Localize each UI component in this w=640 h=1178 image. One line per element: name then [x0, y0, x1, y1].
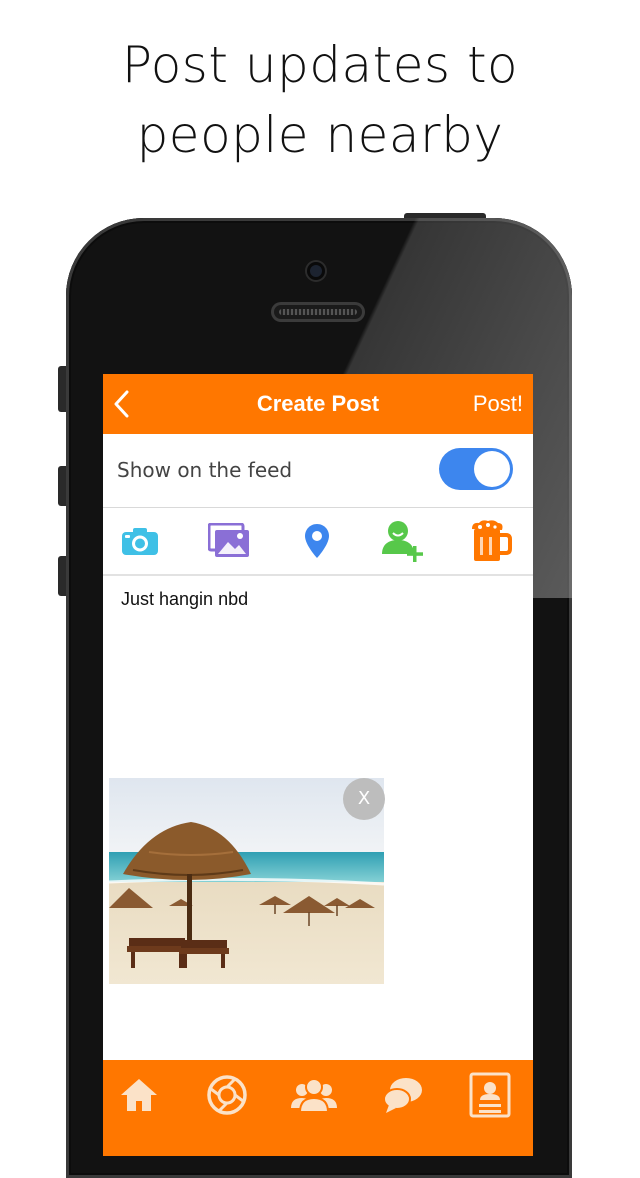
tab-people[interactable] — [289, 1070, 339, 1120]
post-button[interactable]: Post! — [473, 374, 523, 434]
tab-camera[interactable] — [202, 1070, 252, 1120]
gallery-icon — [208, 523, 249, 557]
beer-icon — [472, 520, 512, 561]
tag-friend-button[interactable] — [379, 518, 427, 564]
page-title: Create Post — [256, 391, 380, 416]
attached-photo — [109, 778, 384, 984]
location-pin-icon — [305, 524, 329, 558]
volume-down-button — [58, 556, 66, 596]
add-gallery-button[interactable] — [205, 518, 253, 564]
home-icon — [121, 1079, 157, 1111]
camera-shutter-icon — [207, 1075, 247, 1115]
app-screen: Create Post Post! Show on the feed Just … — [103, 374, 533, 1156]
profile-card-icon — [469, 1072, 511, 1118]
promo-line-2: people nearby — [136, 106, 504, 164]
tab-bar — [103, 1060, 533, 1156]
tab-home[interactable] — [114, 1070, 164, 1120]
volume-up-button — [58, 466, 66, 506]
attachment-toolbar — [103, 508, 533, 576]
add-location-button[interactable] — [293, 518, 341, 564]
add-drink-button[interactable] — [467, 518, 515, 564]
earpiece-speaker — [271, 302, 365, 322]
nav-bar: Create Post Post! — [103, 374, 533, 434]
mute-switch — [58, 366, 66, 412]
chat-icon — [383, 1078, 422, 1113]
promo-line-1: Post updates to — [121, 36, 519, 94]
promo-headline: Post updates to people nearby — [0, 30, 640, 170]
tag-friend-icon — [382, 521, 423, 562]
tab-profile[interactable] — [465, 1070, 515, 1120]
tab-chat[interactable] — [378, 1070, 428, 1120]
show-on-feed-row: Show on the feed — [103, 434, 533, 508]
add-photo-button[interactable] — [116, 518, 164, 564]
remove-photo-button[interactable]: X — [343, 778, 385, 820]
people-icon — [291, 1078, 337, 1113]
post-text-input[interactable]: Just hangin nbd — [121, 589, 248, 610]
camera-icon — [122, 528, 158, 555]
front-camera — [307, 262, 325, 280]
show-on-feed-toggle[interactable] — [439, 448, 513, 490]
show-on-feed-label: Show on the feed — [117, 458, 293, 482]
toggle-knob — [474, 451, 510, 487]
beach-umbrella-image — [109, 778, 384, 984]
